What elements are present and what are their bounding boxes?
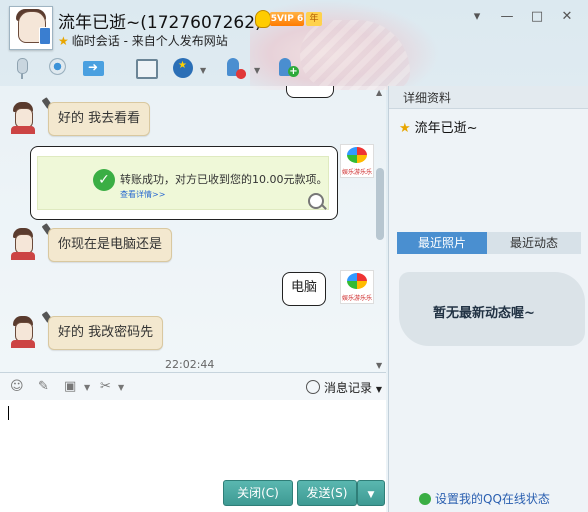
vip-badge[interactable]: 5VIP 6 — [270, 12, 304, 26]
close-window-button[interactable]: ✕ — [552, 6, 582, 28]
profile-name[interactable]: ★ 流年已逝~ — [399, 117, 478, 136]
session-info: ★ 临时会话 - 来自个人发布网站 — [58, 32, 228, 49]
chevron-down-icon[interactable]: ▼ — [200, 66, 206, 75]
mobile-online-icon — [39, 27, 51, 45]
chevron-down-icon[interactable]: ▼ — [118, 383, 124, 392]
image-icon[interactable]: ▣ — [64, 379, 76, 394]
penguin-vip-icon[interactable] — [255, 10, 271, 28]
message-history-button[interactable]: 消息记录 ▼ — [306, 379, 382, 396]
scroll-up-icon[interactable]: ▲ — [376, 88, 382, 97]
contact-small-avatar[interactable] — [8, 316, 38, 348]
zoom-icon[interactable] — [308, 193, 324, 209]
star-icon: ★ — [58, 34, 69, 48]
add-contact-icon[interactable] — [276, 56, 300, 80]
self-avatar[interactable]: 娱乐游乐乐 — [340, 144, 374, 178]
transfer-card-body: ✓ 转账成功，对方已收到您的10.00元款项。 查看详情>> — [37, 156, 329, 210]
maximize-button[interactable]: □ — [522, 6, 552, 28]
star-icon: ★ — [399, 121, 411, 136]
profile-header: 详细资料 — [389, 86, 588, 109]
chat-window: 流年已逝~(1727607262) 5VIP 6 年 ★ 临时会话 - 来自个人发… — [0, 0, 588, 512]
transfer-card[interactable]: ✓ 转账成功，对方已收到您的10.00元款项。 查看详情>> — [30, 146, 338, 220]
contact-small-avatar[interactable] — [8, 102, 38, 134]
history-label: 消息记录 — [324, 381, 373, 395]
remote-screen-icon[interactable] — [134, 56, 158, 80]
chevron-down-icon[interactable]: ▼ — [254, 66, 260, 75]
tab-recent-photos[interactable]: 最近照片 — [397, 232, 487, 254]
message-bubble[interactable]: 你现在是电脑还是 — [48, 228, 173, 262]
video-camera-icon[interactable] — [46, 56, 70, 80]
chevron-down-icon[interactable]: ▼ — [84, 383, 90, 392]
empty-updates: 暂无最新动态喔~ — [399, 272, 585, 346]
online-status-text: 设置我的QQ在线状态 — [435, 492, 550, 506]
remove-contact-icon[interactable] — [224, 56, 248, 80]
message-bubble[interactable]: 好的 我改密码先 — [48, 316, 164, 350]
transfer-message: 转账成功，对方已收到您的10.00元款项。 — [120, 173, 328, 186]
message-bubble[interactable]: 好的 我去看看 — [48, 102, 151, 136]
previous-bubble-fragment — [286, 86, 334, 98]
contact-title[interactable]: 流年已逝~(1727607262) — [58, 8, 262, 33]
scroll-down-icon[interactable]: ▼ — [376, 361, 382, 370]
chat-toolbar: ▼ ▼ — [0, 52, 330, 86]
text-caret — [8, 406, 9, 420]
qq-status-icon — [419, 493, 431, 505]
profile-header-label: 详细资料 — [403, 91, 452, 105]
window-controls: ▾ — □ ✕ — [462, 6, 582, 28]
self-avatar[interactable]: 娱乐游乐乐 — [340, 270, 374, 304]
send-button[interactable]: 发送(S) — [297, 480, 357, 506]
message-bubble[interactable]: 电脑 — [282, 272, 327, 306]
emoji-icon[interactable]: ☺ — [10, 379, 24, 394]
chat-scrollbar[interactable]: ▲ ▼ — [374, 88, 386, 370]
contact-avatar[interactable] — [9, 6, 53, 50]
contact-small-avatar[interactable] — [8, 228, 38, 260]
session-text: 临时会话 - 来自个人发布网站 — [71, 34, 228, 48]
logo-text: 娱乐游乐乐 — [341, 169, 372, 176]
message-list[interactable]: 好的 我去看看 ✓ 转账成功，对方已收到您的10.00元款项。 查看详情>> 娱… — [0, 86, 386, 372]
online-status-link[interactable]: 设置我的QQ在线状态 — [419, 490, 550, 507]
message-timestamp: 22:02:44 — [165, 358, 215, 371]
microphone-icon[interactable] — [10, 56, 34, 80]
font-edit-icon[interactable]: ✎ — [38, 379, 49, 394]
message-input[interactable] — [0, 400, 386, 480]
empty-updates-text: 暂无最新动态喔~ — [433, 306, 535, 321]
clock-icon — [306, 380, 320, 394]
close-button[interactable]: 关闭(C) — [223, 480, 293, 506]
scrollbar-thumb[interactable] — [376, 168, 384, 240]
send-file-icon[interactable] — [82, 56, 106, 80]
send-bar: 关闭(C) 发送(S) — [0, 478, 386, 512]
check-circle-icon: ✓ — [93, 169, 115, 191]
send-options-button[interactable] — [357, 480, 385, 506]
group-icon[interactable] — [172, 56, 196, 80]
profile-tabs: 最近照片 最近动态 — [397, 232, 581, 254]
skin-menu-icon[interactable]: ▾ — [462, 6, 492, 28]
transfer-detail-link[interactable]: 查看详情>> — [120, 189, 165, 200]
scissors-icon[interactable]: ✂ — [100, 379, 111, 394]
chevron-down-icon: ▼ — [375, 385, 382, 394]
profile-panel: 详细资料 ★ 流年已逝~ 最近照片 最近动态 暂无最新动态喔~ 设置我的QQ在线状… — [388, 86, 588, 512]
minimize-button[interactable]: — — [492, 6, 522, 28]
profile-name-text: 流年已逝~ — [414, 121, 478, 136]
year-badge[interactable]: 年 — [306, 12, 322, 26]
tab-recent-updates[interactable]: 最近动态 — [487, 232, 581, 254]
logo-text: 娱乐游乐乐 — [341, 295, 372, 302]
input-toolbar: ☺ ✎ ▣ ▼ ✂ ▼ 消息记录 ▼ — [0, 372, 386, 401]
